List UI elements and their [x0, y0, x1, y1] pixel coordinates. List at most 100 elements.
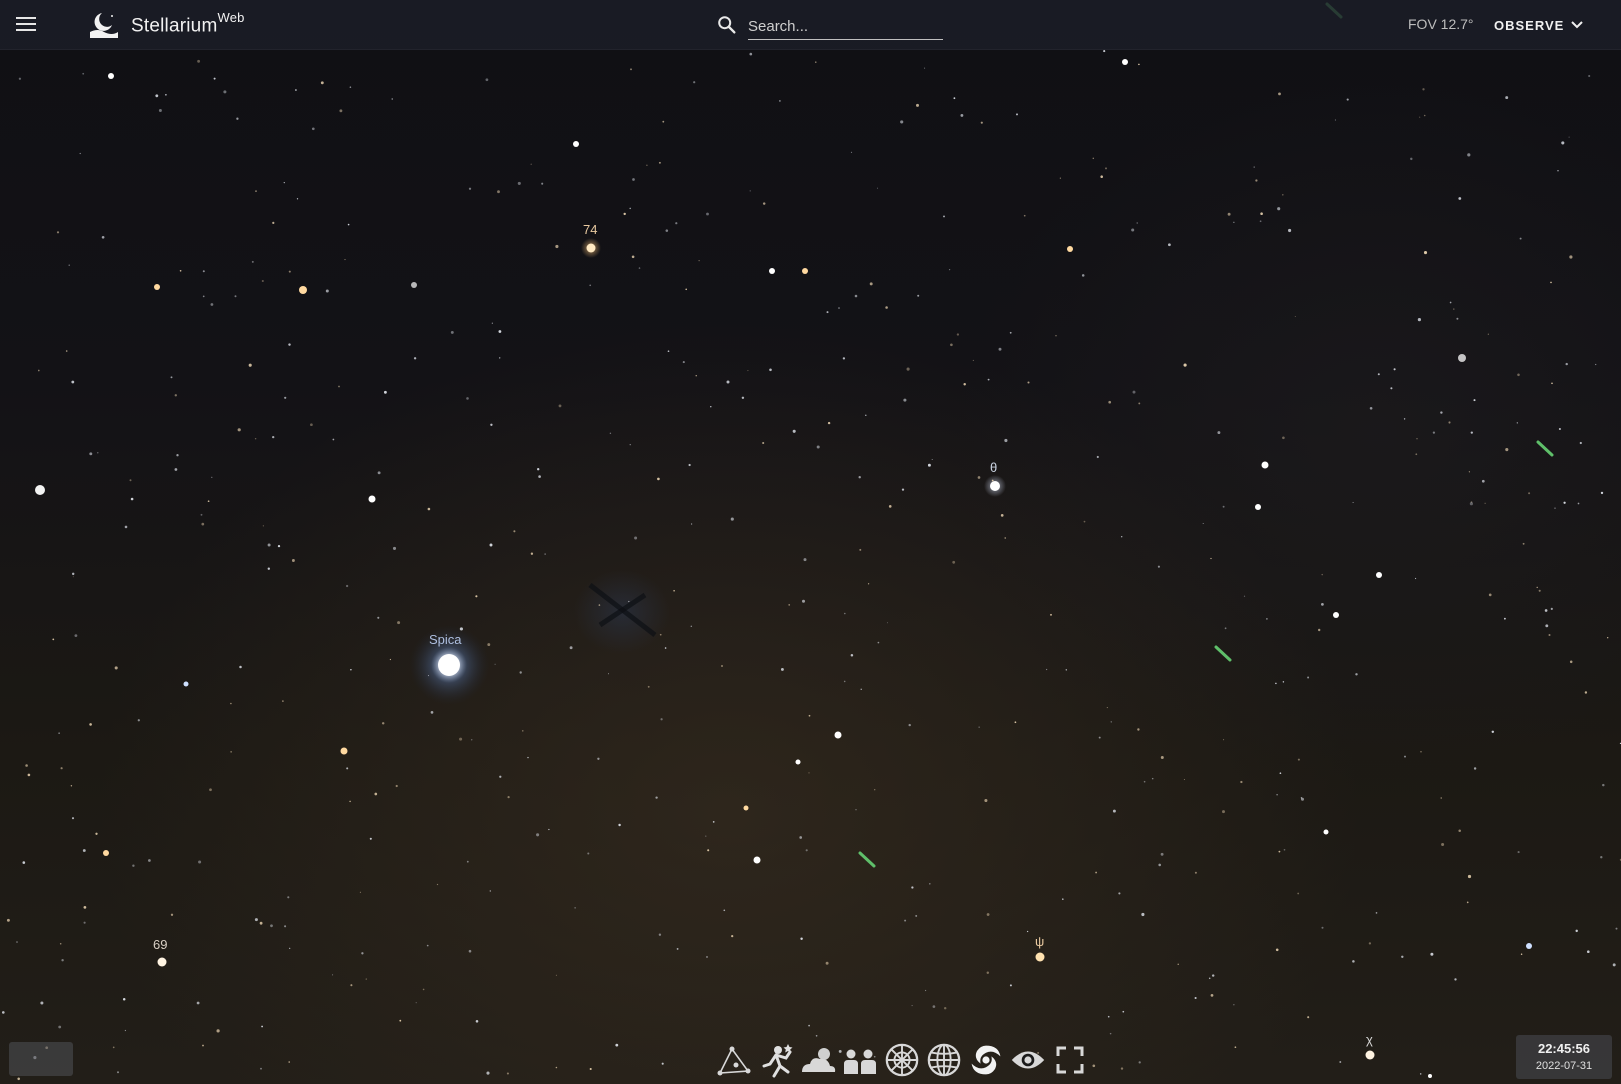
faint-star — [1120, 535, 1123, 538]
date-display: 2022-07-31 — [1535, 1060, 1593, 1072]
faint-star — [1138, 1061, 1141, 1064]
faint-star — [359, 891, 361, 893]
faint-star — [1297, 758, 1300, 761]
atmosphere-button[interactable] — [800, 1040, 836, 1080]
label-spica[interactable]: Spica — [429, 632, 462, 647]
faint-star — [706, 212, 709, 216]
search-icon[interactable] — [716, 14, 738, 36]
bright-stars — [35, 59, 1532, 1078]
faint-star — [1440, 797, 1442, 799]
faint-star — [132, 864, 135, 867]
faint-star — [721, 665, 723, 667]
sky-view[interactable]: Spica 74 θ 69 ψ χ — [0, 0, 1621, 1084]
faint-star — [667, 350, 670, 353]
landscape-button[interactable] — [842, 1040, 878, 1080]
faint-star — [1283, 848, 1286, 851]
search-input[interactable] — [748, 13, 943, 40]
faint-star — [530, 552, 534, 555]
faint-star — [658, 161, 661, 164]
faint-star — [904, 919, 907, 922]
datetime-panel[interactable]: 22:45:56 2022-07-31 — [1516, 1035, 1612, 1079]
star-74[interactable] — [586, 243, 596, 253]
faint-star — [1423, 114, 1426, 117]
faint-star — [176, 454, 179, 457]
constellation-art-icon — [762, 1044, 793, 1078]
faint-star — [1183, 778, 1185, 781]
faint-star — [800, 937, 803, 941]
observe-label: OBSERVE — [1494, 17, 1565, 33]
faint-star — [710, 406, 712, 408]
label-69[interactable]: 69 — [153, 937, 167, 952]
faint-star — [1595, 363, 1597, 366]
faint-star — [943, 1006, 947, 1010]
faint-star — [587, 852, 590, 855]
faint-star — [1110, 721, 1112, 723]
faint-star — [1334, 119, 1336, 121]
faint-star — [908, 723, 911, 727]
star-psi[interactable] — [1035, 952, 1045, 962]
faint-star — [1550, 607, 1553, 610]
faint-star — [1420, 751, 1422, 753]
faint-star — [1307, 676, 1310, 679]
faint-star — [803, 558, 807, 562]
faint-star — [137, 719, 140, 722]
faint-star — [1612, 963, 1616, 967]
faint-star — [869, 282, 873, 286]
faint-star — [1009, 331, 1012, 334]
deep-sky-objects-button[interactable] — [968, 1040, 1004, 1080]
fullscreen-button[interactable] — [1052, 1040, 1088, 1080]
star-theta[interactable] — [990, 481, 1000, 491]
faint-star — [1473, 767, 1477, 770]
faint-star — [236, 117, 239, 120]
spica-star[interactable] — [438, 654, 460, 676]
faint-star — [911, 1005, 913, 1007]
faint-star — [165, 93, 167, 96]
faint-star — [1563, 501, 1566, 504]
label-chi[interactable]: χ — [1366, 1032, 1373, 1047]
constellation-art-button[interactable] — [758, 1040, 794, 1080]
star-field[interactable] — [0, 0, 1621, 1084]
label-theta[interactable]: θ — [990, 460, 997, 475]
faint-star — [267, 543, 271, 547]
faint-star — [272, 435, 275, 439]
faint-star — [522, 730, 524, 732]
faint-star — [1240, 780, 1243, 784]
star-69[interactable] — [157, 957, 167, 967]
faint-star — [58, 732, 60, 734]
equatorial-grid-button[interactable] — [926, 1040, 962, 1080]
label-psi[interactable]: ψ — [1035, 934, 1044, 949]
faint-star — [972, 359, 974, 361]
observe-button[interactable]: OBSERVE — [1494, 14, 1584, 36]
location-panel[interactable] — [9, 1042, 73, 1076]
faint-star — [1410, 157, 1413, 161]
faint-star — [1557, 170, 1559, 172]
faint-star — [294, 89, 297, 91]
faint-star — [1282, 436, 1285, 440]
faint-star — [661, 1062, 664, 1065]
faint-star — [762, 441, 765, 445]
faint-star — [475, 595, 478, 598]
faint-star — [690, 523, 693, 525]
faint-star — [1233, 1004, 1235, 1006]
faint-star — [468, 949, 472, 953]
satellites — [858, 2, 1554, 868]
label-74[interactable]: 74 — [583, 222, 597, 237]
faint-star — [260, 1067, 262, 1070]
faint-star — [544, 553, 546, 555]
faint-star — [801, 599, 806, 603]
faint-star — [569, 646, 573, 650]
night-mode-button[interactable] — [1010, 1040, 1046, 1080]
faint-star — [769, 368, 772, 372]
faint-star — [284, 396, 287, 399]
azimuthal-grid-button[interactable] — [884, 1040, 920, 1080]
faint-star — [1544, 609, 1548, 612]
faint-star — [506, 1072, 509, 1075]
star-chi[interactable] — [1365, 1050, 1375, 1060]
faint-star — [282, 700, 284, 702]
faint-star — [530, 163, 532, 165]
hamburger-menu-icon[interactable] — [16, 14, 40, 34]
faint-star — [948, 268, 951, 271]
constellation-lines-button[interactable] — [716, 1040, 752, 1080]
faint-star — [1588, 74, 1591, 78]
faint-star — [200, 513, 203, 516]
